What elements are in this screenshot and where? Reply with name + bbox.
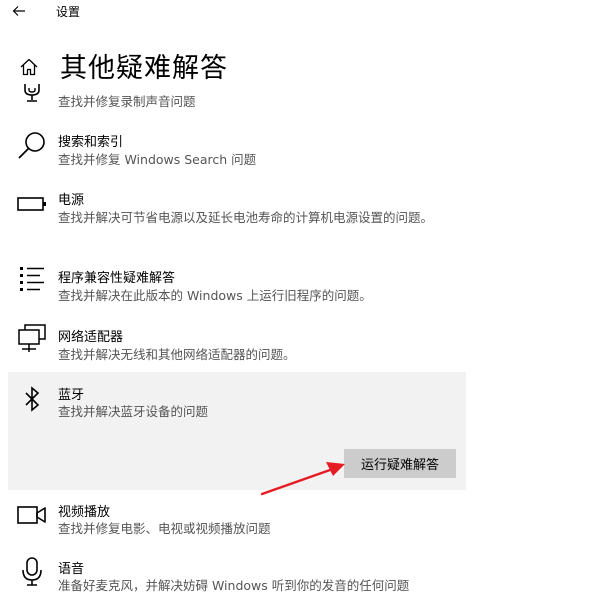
window-title: 设置 bbox=[56, 5, 81, 19]
troubleshooter-desc: 查找并修复录制声音问题 bbox=[58, 94, 196, 109]
troubleshooter-recording-audio[interactable]: 查找并修复录制声音问题 bbox=[8, 82, 466, 116]
troubleshooter-name: 电源 bbox=[58, 193, 85, 208]
troubleshooter-name: 视频播放 bbox=[58, 505, 111, 520]
troubleshooter-name: 语音 bbox=[58, 562, 85, 577]
page-title: 其他疑难解答 bbox=[60, 53, 228, 84]
troubleshooter-desc: 查找并修复 Windows Search 问题 bbox=[58, 152, 257, 167]
run-troubleshooter-button[interactable]: 运行疑难解答 bbox=[344, 449, 456, 478]
back-arrow-icon bbox=[12, 6, 25, 16]
title-bar: 设置 bbox=[0, 0, 600, 24]
video-camera-icon bbox=[16, 499, 48, 531]
back-button[interactable] bbox=[6, 0, 32, 22]
troubleshooter-video-playback[interactable]: 视频播放 查找并修复电影、电视或视频播放问题 bbox=[8, 498, 466, 542]
troubleshooter-desc: 查找并解决无线和其他网络适配器的问题。 bbox=[58, 347, 296, 362]
search-icon bbox=[16, 130, 48, 162]
troubleshooter-name: 程序兼容性疑难解答 bbox=[58, 271, 176, 286]
troubleshooter-search-indexing[interactable]: 搜索和索引 查找并修复 Windows Search 问题 bbox=[8, 128, 466, 174]
troubleshooter-name: 搜索和索引 bbox=[58, 135, 124, 150]
battery-icon bbox=[16, 188, 48, 220]
bluetooth-icon bbox=[16, 383, 48, 415]
troubleshooter-name: 蓝牙 bbox=[58, 388, 85, 403]
home-icon bbox=[20, 58, 38, 76]
microphone-stand-icon bbox=[16, 82, 48, 104]
troubleshooter-network-adapter[interactable]: 网络适配器 查找并解决无线和其他网络适配器的问题。 bbox=[8, 322, 466, 366]
troubleshooter-desc: 查找并解决在此版本的 Windows 上运行旧程序的问题。 bbox=[58, 288, 372, 303]
troubleshooter-name: 网络适配器 bbox=[58, 330, 124, 345]
list-icon bbox=[16, 263, 48, 295]
troubleshooter-desc: 准备好麦克风，并解决妨碍 Windows 听到你的发音的任何问题 bbox=[58, 578, 410, 593]
troubleshooter-desc: 查找并修复电影、电视或视频播放问题 bbox=[58, 521, 271, 536]
troubleshooter-desc: 查找并解决可节省电源以及延长电池寿命的计算机电源设置的问题。 bbox=[58, 210, 434, 225]
troubleshooter-program-compatibility[interactable]: 程序兼容性疑难解答 查找并解决在此版本的 Windows 上运行旧程序的问题。 bbox=[8, 263, 466, 309]
microphone-icon bbox=[16, 556, 48, 588]
troubleshooter-speech[interactable]: 语音 准备好麦克风，并解决妨碍 Windows 听到你的发音的任何问题 bbox=[8, 556, 466, 600]
network-adapter-icon bbox=[16, 322, 48, 354]
troubleshooter-desc: 查找并解决蓝牙设备的问题 bbox=[58, 404, 209, 419]
home-button[interactable] bbox=[16, 56, 42, 78]
troubleshooter-power[interactable]: 电源 查找并解决可节省电源以及延长电池寿命的计算机电源设置的问题。 bbox=[8, 186, 466, 248]
